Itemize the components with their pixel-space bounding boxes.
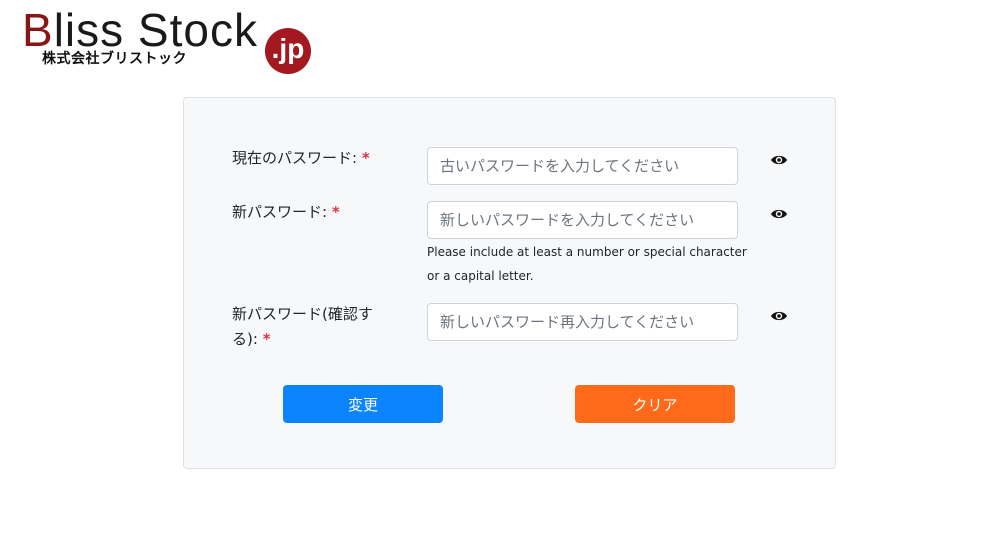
new-password-input[interactable] — [427, 201, 738, 239]
confirm-password-label-text: 新パスワード(確認する): — [232, 305, 373, 348]
current-password-input[interactable] — [427, 147, 738, 185]
brand-title-rest: liss Stock — [53, 4, 258, 56]
password-change-card: 現在のパスワード: * 新パスワード: * Please include at … — [183, 97, 836, 469]
confirm-password-label: 新パスワード(確認する): * — [232, 302, 392, 352]
eye-icon[interactable] — [770, 309, 788, 323]
required-mark: * — [331, 203, 340, 221]
brand-badge: .jp — [265, 28, 311, 74]
eye-icon[interactable] — [770, 207, 788, 221]
clear-button[interactable]: クリア — [575, 385, 735, 423]
brand-logo[interactable]: Bliss Stock 株式会社ブリストック .jp — [22, 4, 314, 78]
brand-title-initial: B — [22, 4, 54, 56]
brand-subtitle: 株式会社ブリストック — [42, 51, 187, 67]
current-password-label: 現在のパスワード: * — [232, 146, 370, 171]
new-password-label-text: 新パスワード: — [232, 203, 328, 221]
current-password-label-text: 現在のパスワード: — [232, 149, 358, 167]
eye-icon[interactable] — [770, 153, 788, 167]
new-password-label: 新パスワード: * — [232, 200, 340, 225]
brand-title: Bliss Stock — [22, 4, 258, 56]
confirm-password-input[interactable] — [427, 303, 738, 341]
password-hint: Please include at least a number or spec… — [427, 245, 747, 283]
required-mark: * — [361, 149, 370, 167]
required-mark: * — [262, 330, 271, 348]
change-button[interactable]: 変更 — [283, 385, 443, 423]
